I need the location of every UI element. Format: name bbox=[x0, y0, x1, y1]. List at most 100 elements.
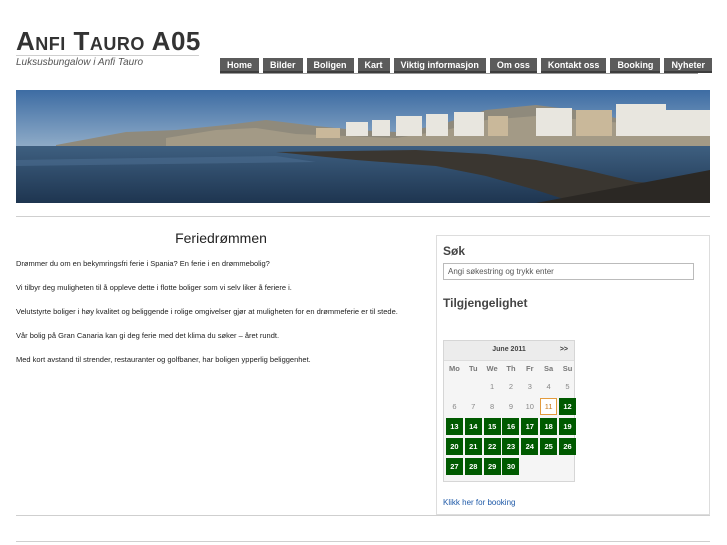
calendar-day-available[interactable]: 28 bbox=[464, 456, 483, 476]
calendar-day-available[interactable]: 22 bbox=[483, 436, 502, 456]
calendar-day: 7 bbox=[464, 396, 483, 416]
calendar-day-number: 2 bbox=[508, 381, 514, 391]
calendar-month: June 2011 bbox=[492, 346, 526, 353]
calendar-day-today: 11 bbox=[539, 396, 558, 416]
paragraph-5: Med kort avstand til strender, restauran… bbox=[16, 355, 311, 364]
calendar-next-button[interactable]: >> bbox=[560, 346, 568, 353]
nav-kart[interactable]: Kart bbox=[357, 58, 390, 73]
calendar-day-number: 16 bbox=[502, 417, 520, 435]
calendar-day: 5 bbox=[558, 376, 577, 396]
search-heading: Søk bbox=[443, 244, 466, 258]
nav-om-oss[interactable]: Om oss bbox=[489, 58, 537, 73]
calendar-day: 6 bbox=[445, 396, 464, 416]
page-heading: Feriedrømmen bbox=[175, 230, 267, 246]
calendar-day-available[interactable]: 19 bbox=[558, 416, 577, 436]
calendar-day-number: 7 bbox=[471, 401, 476, 411]
nav-home[interactable]: Home bbox=[220, 58, 260, 73]
nav-bilder[interactable]: Bilder bbox=[263, 58, 303, 73]
site-title-word-2: Tauro bbox=[73, 26, 145, 56]
main-nav: Home Bilder Boligen Kart Viktig informas… bbox=[220, 58, 712, 73]
calendar-day-available[interactable]: 14 bbox=[464, 416, 483, 436]
calendar-day-number: 25 bbox=[540, 437, 558, 455]
calendar-day: 3 bbox=[520, 376, 539, 396]
calendar-day-number: 14 bbox=[464, 417, 482, 435]
calendar-day: 4 bbox=[539, 376, 558, 396]
weekday-sa: Sa bbox=[544, 364, 554, 373]
calendar-day-number: 12 bbox=[558, 397, 576, 415]
search-input[interactable] bbox=[443, 263, 694, 280]
calendar-day-number: 6 bbox=[452, 401, 457, 411]
calendar-day-number: 13 bbox=[445, 417, 463, 435]
calendar-day-available[interactable]: 25 bbox=[539, 436, 558, 456]
paragraph-2: Vi tilbyr deg muligheten til å oppleve d… bbox=[16, 283, 292, 292]
calendar-day-available[interactable]: 29 bbox=[483, 456, 502, 476]
calendar-day-available[interactable]: 21 bbox=[464, 436, 483, 456]
calendar-day-number: 20 bbox=[445, 437, 463, 455]
divider-bottom bbox=[16, 515, 710, 516]
calendar-day-available[interactable]: 24 bbox=[520, 436, 539, 456]
weekday-fr: Fr bbox=[526, 364, 534, 373]
calendar-day-available[interactable]: 15 bbox=[483, 416, 502, 436]
calendar-day: 2 bbox=[502, 376, 521, 396]
calendar-day-number: 3 bbox=[527, 381, 532, 391]
calendar-day: 9 bbox=[502, 396, 521, 416]
site-title: Anfi Tauro A05 bbox=[16, 26, 201, 57]
banner-image bbox=[16, 90, 710, 203]
calendar-day-available[interactable]: 16 bbox=[502, 416, 521, 436]
calendar-day-number: 4 bbox=[546, 381, 551, 391]
availability-calendar: June 2011 >> Mo Tu We Th Fr Sa Su 123456… bbox=[443, 340, 577, 482]
availability-heading: Tilgjengelighet bbox=[443, 296, 528, 310]
booking-link[interactable]: Klikk her for booking bbox=[443, 498, 515, 507]
calendar-day-number: 9 bbox=[508, 401, 514, 411]
weekday-su: Su bbox=[562, 364, 573, 373]
calendar-day-number: 5 bbox=[565, 381, 570, 391]
site-title-word-1: Anfi bbox=[16, 26, 66, 56]
weekday-we: We bbox=[486, 364, 498, 373]
nav-booking[interactable]: Booking bbox=[610, 58, 661, 73]
site-subtitle: Luksusbungalow i Anfi Tauro bbox=[16, 57, 144, 68]
weekday-tu: Tu bbox=[468, 364, 478, 373]
calendar-day-number: 8 bbox=[490, 401, 495, 411]
site-title-word-3: A05 bbox=[151, 26, 201, 56]
calendar-day-available[interactable]: 17 bbox=[520, 416, 539, 436]
divider-top bbox=[16, 216, 710, 217]
calendar-day-number: 18 bbox=[540, 417, 558, 435]
nav-kontakt-oss[interactable]: Kontakt oss bbox=[540, 58, 607, 73]
calendar-header: June 2011 >> bbox=[444, 341, 574, 361]
calendar-day-available[interactable]: 12 bbox=[558, 396, 577, 416]
calendar-day-number: 15 bbox=[483, 417, 501, 435]
nav-underline bbox=[220, 73, 698, 74]
calendar-day-available[interactable]: 23 bbox=[502, 436, 521, 456]
footer-rule bbox=[16, 541, 710, 542]
coastal-town-panorama-icon bbox=[16, 90, 710, 203]
nav-nyheter[interactable]: Nyheter bbox=[664, 58, 712, 73]
title-rule bbox=[16, 55, 199, 56]
calendar-day-available[interactable]: 26 bbox=[558, 436, 577, 456]
weekday-mo: Mo bbox=[449, 364, 460, 373]
nav-viktig-informasjon[interactable]: Viktig informasjon bbox=[393, 58, 486, 73]
paragraph-1: Drømmer du om en bekymringsfri ferie i S… bbox=[16, 259, 270, 268]
calendar-blank bbox=[445, 376, 464, 396]
calendar-day-number: 23 bbox=[502, 437, 520, 455]
calendar-day-available[interactable]: 27 bbox=[445, 456, 464, 476]
calendar-day-number: 21 bbox=[464, 437, 482, 455]
calendar-days: 1 2 3 4 5 6 7 8 9 10 11 12 13 14 15 16 17 18 19 20 21 22 23 24 2… bbox=[444, 376, 577, 476]
weekday-th: Th bbox=[506, 364, 516, 373]
paragraph-3: Velutstyrte boliger i høy kvalitet og be… bbox=[16, 307, 398, 316]
nav-boligen[interactable]: Boligen bbox=[306, 58, 354, 73]
calendar-weekdays: Mo Tu We Th Fr Sa Su bbox=[444, 361, 574, 376]
calendar-day-number: 11 bbox=[540, 397, 558, 415]
calendar-day-available[interactable]: 13 bbox=[445, 416, 464, 436]
calendar-day-available[interactable]: 30 bbox=[502, 456, 521, 476]
calendar-day-number: 28 bbox=[464, 457, 482, 475]
calendar-day-number: 30 bbox=[502, 457, 520, 475]
calendar-day-number: 22 bbox=[483, 437, 501, 455]
calendar-day-number: 24 bbox=[521, 437, 539, 455]
calendar-day-number: 1 bbox=[490, 381, 495, 391]
main-content: Feriedrømmen Drømmer du om en bekymrings… bbox=[16, 230, 426, 378]
calendar-day-available[interactable]: 20 bbox=[445, 436, 464, 456]
calendar-day: 8 bbox=[483, 396, 502, 416]
calendar-day-number: 17 bbox=[521, 417, 539, 435]
calendar-day: 10 bbox=[520, 396, 539, 416]
calendar-day-available[interactable]: 18 bbox=[539, 416, 558, 436]
